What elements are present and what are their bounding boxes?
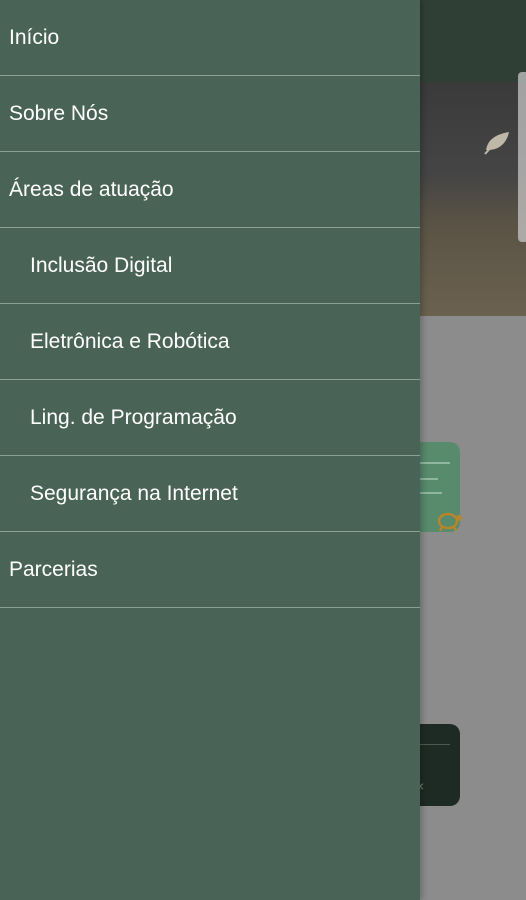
hero-banner: [420, 82, 526, 316]
menu-item-label: Eletrônica e Robótica: [30, 329, 230, 353]
menu-item-label: Ling. de Programação: [30, 405, 237, 429]
menu-item-label: Inclusão Digital: [30, 253, 173, 277]
submenu-item-inclusao-digital[interactable]: Inclusão Digital: [0, 228, 420, 304]
menu-item-inicio[interactable]: Início: [0, 0, 420, 76]
card-divider: [420, 462, 450, 464]
drawer-menu: Início Sobre Nós Áreas de atuação Inclus…: [0, 0, 420, 608]
menu-item-areas-de-atuacao[interactable]: Áreas de atuação: [0, 152, 420, 228]
submenu-item-seguranca-internet[interactable]: Segurança na Internet: [0, 456, 420, 532]
submenu-item-eletronica-robotica[interactable]: Eletrônica e Robótica: [0, 304, 420, 380]
navigation-drawer: Início Sobre Nós Áreas de atuação Inclus…: [0, 0, 420, 900]
menu-item-label: Sobre Nós: [9, 101, 109, 125]
menu-item-label: Parcerias: [9, 557, 98, 581]
menu-item-label: Início: [9, 25, 60, 49]
card-text-line: [420, 492, 442, 494]
submenu-item-ling-programacao[interactable]: Ling. de Programação: [0, 380, 420, 456]
menu-item-parcerias[interactable]: Parcerias: [0, 532, 420, 608]
carousel-edge: [518, 72, 526, 242]
menu-item-label: Áreas de atuação: [9, 177, 174, 201]
card-text-line: [420, 478, 438, 480]
toast-divider: [418, 744, 450, 745]
leaf-icon: [484, 132, 509, 155]
page-content: [420, 316, 526, 900]
menu-item-label: Segurança na Internet: [30, 481, 238, 505]
app-header: [420, 0, 526, 82]
turtle-icon: [437, 512, 462, 532]
menu-item-sobre-nos[interactable]: Sobre Nós: [0, 76, 420, 152]
